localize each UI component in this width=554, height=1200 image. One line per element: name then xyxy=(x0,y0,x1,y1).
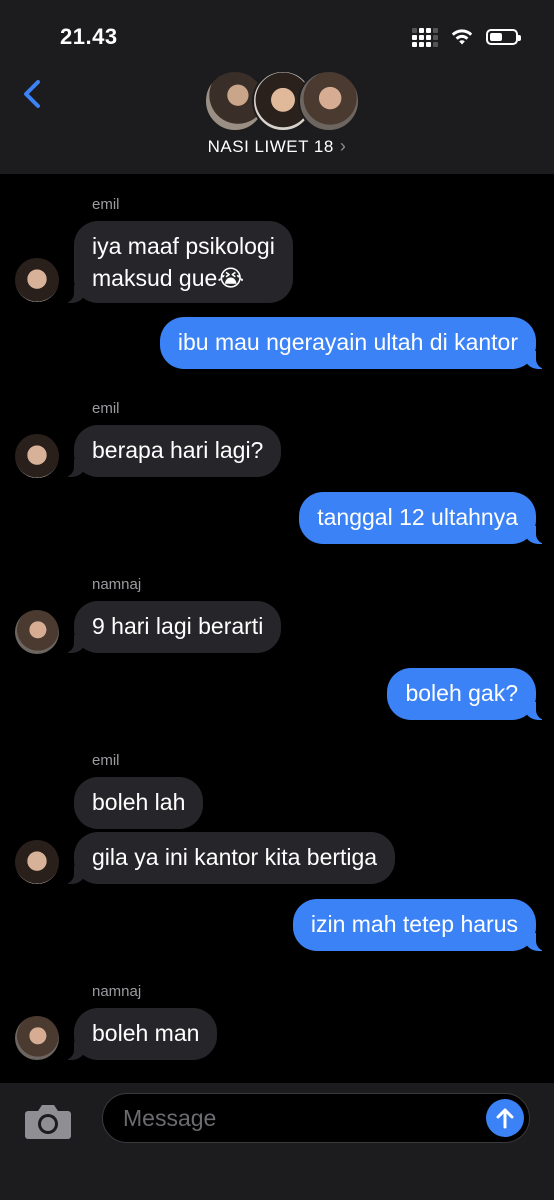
avatar[interactable] xyxy=(15,258,59,302)
outgoing-message[interactable]: ibu mau ngerayain ultah di kantor xyxy=(159,317,549,369)
battery-icon xyxy=(486,29,521,45)
sender-name: namnaj xyxy=(92,576,142,593)
message-line: iya maaf psikologi xyxy=(92,233,275,259)
wifi-icon xyxy=(451,29,473,45)
avatar[interactable] xyxy=(15,840,59,884)
message-text: boleh lah xyxy=(92,789,186,815)
sender-name: emil xyxy=(92,196,120,213)
incoming-message[interactable]: iya maaf psikologi maksud gue😭 xyxy=(62,221,293,303)
incoming-message[interactable]: boleh lah xyxy=(74,777,204,829)
conversation-header: 21.43 NASI LIWET 18 › xyxy=(0,0,554,174)
send-button[interactable] xyxy=(486,1099,524,1137)
message-text: izin mah tetep harus xyxy=(310,911,518,937)
member-avatar xyxy=(298,70,360,132)
incoming-message[interactable]: gila ya ini kantor kita bertiga xyxy=(61,832,396,884)
avatar[interactable] xyxy=(15,610,59,654)
message-text: boleh gak? xyxy=(405,680,518,706)
message-text: 9 hari lagi berarti xyxy=(92,613,264,639)
chevron-right-icon: › xyxy=(339,136,347,156)
camera-icon[interactable] xyxy=(24,1101,72,1141)
message-input[interactable] xyxy=(102,1093,530,1143)
sender-name: emil xyxy=(92,752,120,769)
message-text: boleh man xyxy=(92,1020,200,1046)
sender-name: namnaj xyxy=(92,983,142,1000)
status-icons xyxy=(412,26,521,48)
message-text: gila ya ini kantor kita bertiga xyxy=(92,844,378,870)
outgoing-message[interactable]: izin mah tetep harus xyxy=(292,899,549,951)
outgoing-message[interactable]: tanggal 12 ultahnya xyxy=(299,492,548,544)
compose-bar xyxy=(0,1083,554,1200)
message-line: maksud gue😭 xyxy=(92,265,245,291)
avatar[interactable] xyxy=(15,1016,59,1060)
incoming-message[interactable]: 9 hari lagi berarti xyxy=(61,601,282,653)
avatar[interactable] xyxy=(15,434,59,478)
incoming-message[interactable]: berapa hari lagi? xyxy=(61,425,282,477)
group-name: NASI LIWET 18 xyxy=(207,137,334,156)
status-time: 21.43 xyxy=(60,24,118,49)
message-text: ibu mau ngerayain ultah di kantor xyxy=(177,329,518,355)
message-text: tanggal 12 ultahnya xyxy=(317,504,518,530)
incoming-message[interactable]: boleh man xyxy=(61,1008,218,1060)
signal-icon xyxy=(412,27,438,47)
back-chevron-icon[interactable] xyxy=(16,76,52,112)
message-text: berapa hari lagi? xyxy=(92,437,264,463)
outgoing-message[interactable]: boleh gak? xyxy=(387,668,548,720)
group-avatars[interactable] xyxy=(200,70,360,132)
sender-name: emil xyxy=(92,400,120,417)
group-name-button[interactable]: NASI LIWET 18 › xyxy=(0,136,554,157)
send-arrow-icon xyxy=(496,1108,514,1129)
